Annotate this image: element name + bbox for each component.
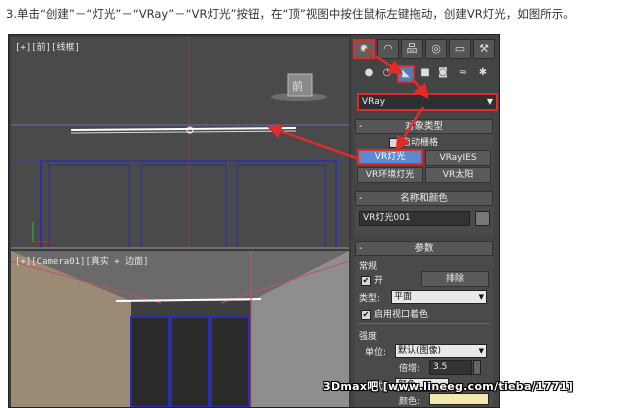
instruction-arrows: [266, 47, 429, 161]
max-screen: [+][前][线框] 前 [+][Camera01][真实 + 边面] ✸ ◠ …: [8, 34, 500, 408]
watermark-text: 3Dmax吧 [www.lineeg.com/tieba/1771]: [323, 380, 574, 393]
caption-text: 3.单击“创建”－“灯光”－“VRay”－“VR灯光”按钮，在“顶”视图中按住鼠…: [6, 7, 575, 21]
